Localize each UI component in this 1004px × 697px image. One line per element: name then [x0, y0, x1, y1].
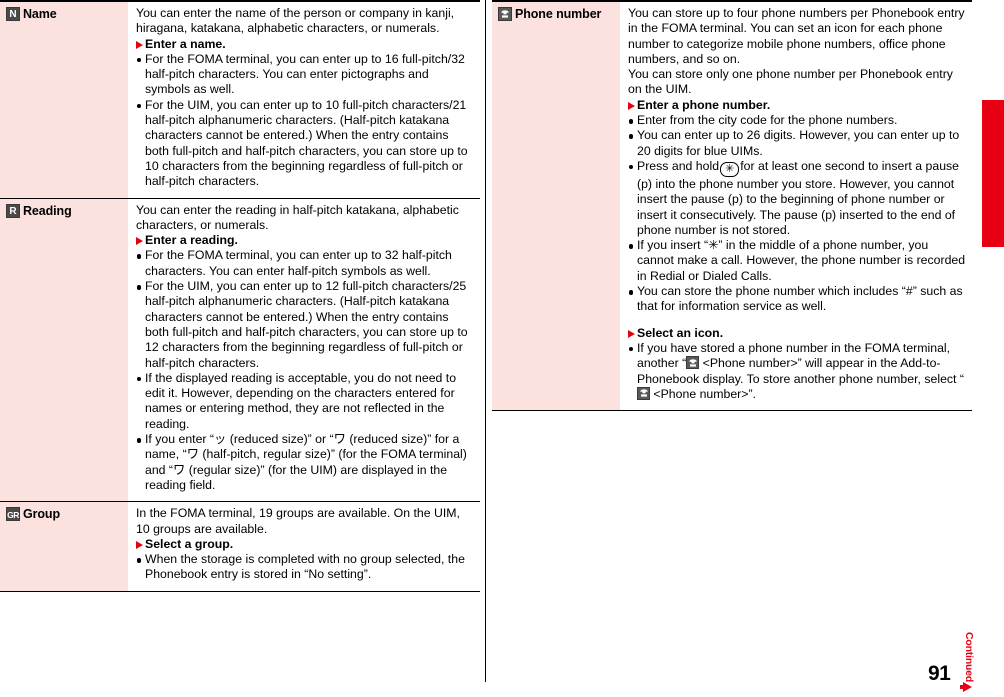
paragraph: You can store up to four phone numbers p…: [628, 6, 965, 66]
table-row: Phone number You can store up to four ph…: [492, 0, 972, 412]
phone-icon: [637, 386, 650, 400]
triangle-bullet-icon: [628, 329, 635, 338]
term-label: Phone number: [515, 7, 602, 21]
step-heading: Select a group.: [136, 537, 474, 552]
list-item: If you enter “ッ (reduced size)” or “ワ (r…: [136, 432, 474, 493]
table-row: N Name You can enter the name of the per…: [0, 0, 480, 199]
left-column: N Name You can enter the name of the per…: [0, 0, 480, 592]
continued-label: Continued: [963, 632, 975, 683]
spec-table-left: N Name You can enter the name of the per…: [0, 0, 480, 592]
step-heading: Enter a name.: [136, 37, 474, 52]
manual-page: N Name You can enter the name of the per…: [0, 0, 1004, 697]
paragraph: You can store only one phone number per …: [628, 67, 953, 97]
step-label: Enter a phone number.: [637, 97, 771, 112]
spec-table-right: Phone number You can store up to four ph…: [492, 0, 972, 412]
list-item: You can store the phone number which inc…: [628, 284, 966, 315]
step-heading: Select an icon.: [628, 326, 966, 341]
term-cell-name: N Name: [0, 0, 128, 199]
step-label: Select a group.: [145, 536, 234, 551]
list-item: If you insert “✳” in the middle of a pho…: [628, 238, 966, 284]
badge-r-icon: R: [6, 203, 20, 218]
desc-cell-reading: You can enter the reading in half-pitch …: [128, 198, 480, 503]
triangle-bullet-icon: [136, 540, 143, 549]
column-divider: [485, 0, 486, 682]
list-item: For the FOMA terminal, you can enter up …: [136, 248, 474, 279]
paragraph: You can enter the reading in half-pitch …: [136, 202, 459, 232]
continued-arrow-icon: [963, 682, 972, 692]
term-label: Reading: [23, 203, 72, 218]
asterisk-key-icon: ✳: [720, 161, 740, 177]
list-item: For the UIM, you can enter up to 12 full…: [136, 279, 474, 371]
step-label: Enter a reading.: [145, 233, 238, 248]
phone-icon: [686, 356, 700, 370]
page-number: 91: [928, 662, 951, 685]
table-row: GR Group In the FOMA terminal, 19 groups…: [0, 501, 480, 592]
chapter-thumb-tab: [982, 100, 1004, 247]
paragraph: In the FOMA terminal, 19 groups are avai…: [136, 506, 460, 536]
list-item: For the FOMA terminal, you can enter up …: [136, 52, 474, 98]
list-item-with-icons: If you have stored a phone number in the…: [628, 341, 966, 402]
term-cell-reading: R Reading: [0, 198, 128, 503]
list-item: When the storage is completed with no gr…: [136, 552, 474, 583]
keycap-text-before: Press and hold: [637, 158, 720, 173]
list-item: Enter from the city code for the phone n…: [628, 113, 966, 128]
badge-phone-icon: [498, 7, 512, 21]
table-row: R Reading You can enter the reading in h…: [0, 198, 480, 503]
desc-cell-group: In the FOMA terminal, 19 groups are avai…: [128, 501, 480, 592]
chapter-thumb-tab-label: Phonebook: [984, 0, 1001, 69]
desc-cell-name: You can enter the name of the person or …: [128, 0, 480, 199]
triangle-bullet-icon: [136, 237, 143, 246]
paragraph: You can enter the name of the person or …: [136, 6, 455, 36]
step-label: Enter a name.: [145, 36, 226, 51]
list-item-with-keycap: Press and hold ✳ for at least one second t…: [628, 159, 966, 238]
term-cell-group: GR Group: [0, 501, 128, 592]
continued-marker: Continued: [960, 632, 979, 694]
triangle-bullet-icon: [136, 40, 143, 49]
list-item: You can enter up to 26 digits. However, …: [628, 128, 966, 159]
term-label: Group: [23, 507, 60, 522]
badge-n-icon: N: [6, 7, 20, 21]
triangle-bullet-icon: [628, 101, 635, 110]
term-cell-phone-number: Phone number: [492, 0, 620, 412]
list-item: For the UIM, you can enter up to 10 full…: [136, 98, 474, 190]
step-heading: Enter a phone number.: [628, 98, 966, 113]
list-item: If the displayed reading is acceptable, …: [136, 371, 474, 432]
inline-text-seg3: <Phone number>”.: [650, 386, 756, 401]
step-heading: Enter a reading.: [136, 233, 474, 248]
badge-gr-icon: GR: [6, 507, 20, 522]
term-label: Name: [23, 7, 57, 21]
desc-cell-phone-number: You can store up to four phone numbers p…: [620, 0, 972, 412]
step-label: Select an icon.: [637, 325, 724, 340]
right-column: Phone number You can store up to four ph…: [492, 0, 972, 412]
